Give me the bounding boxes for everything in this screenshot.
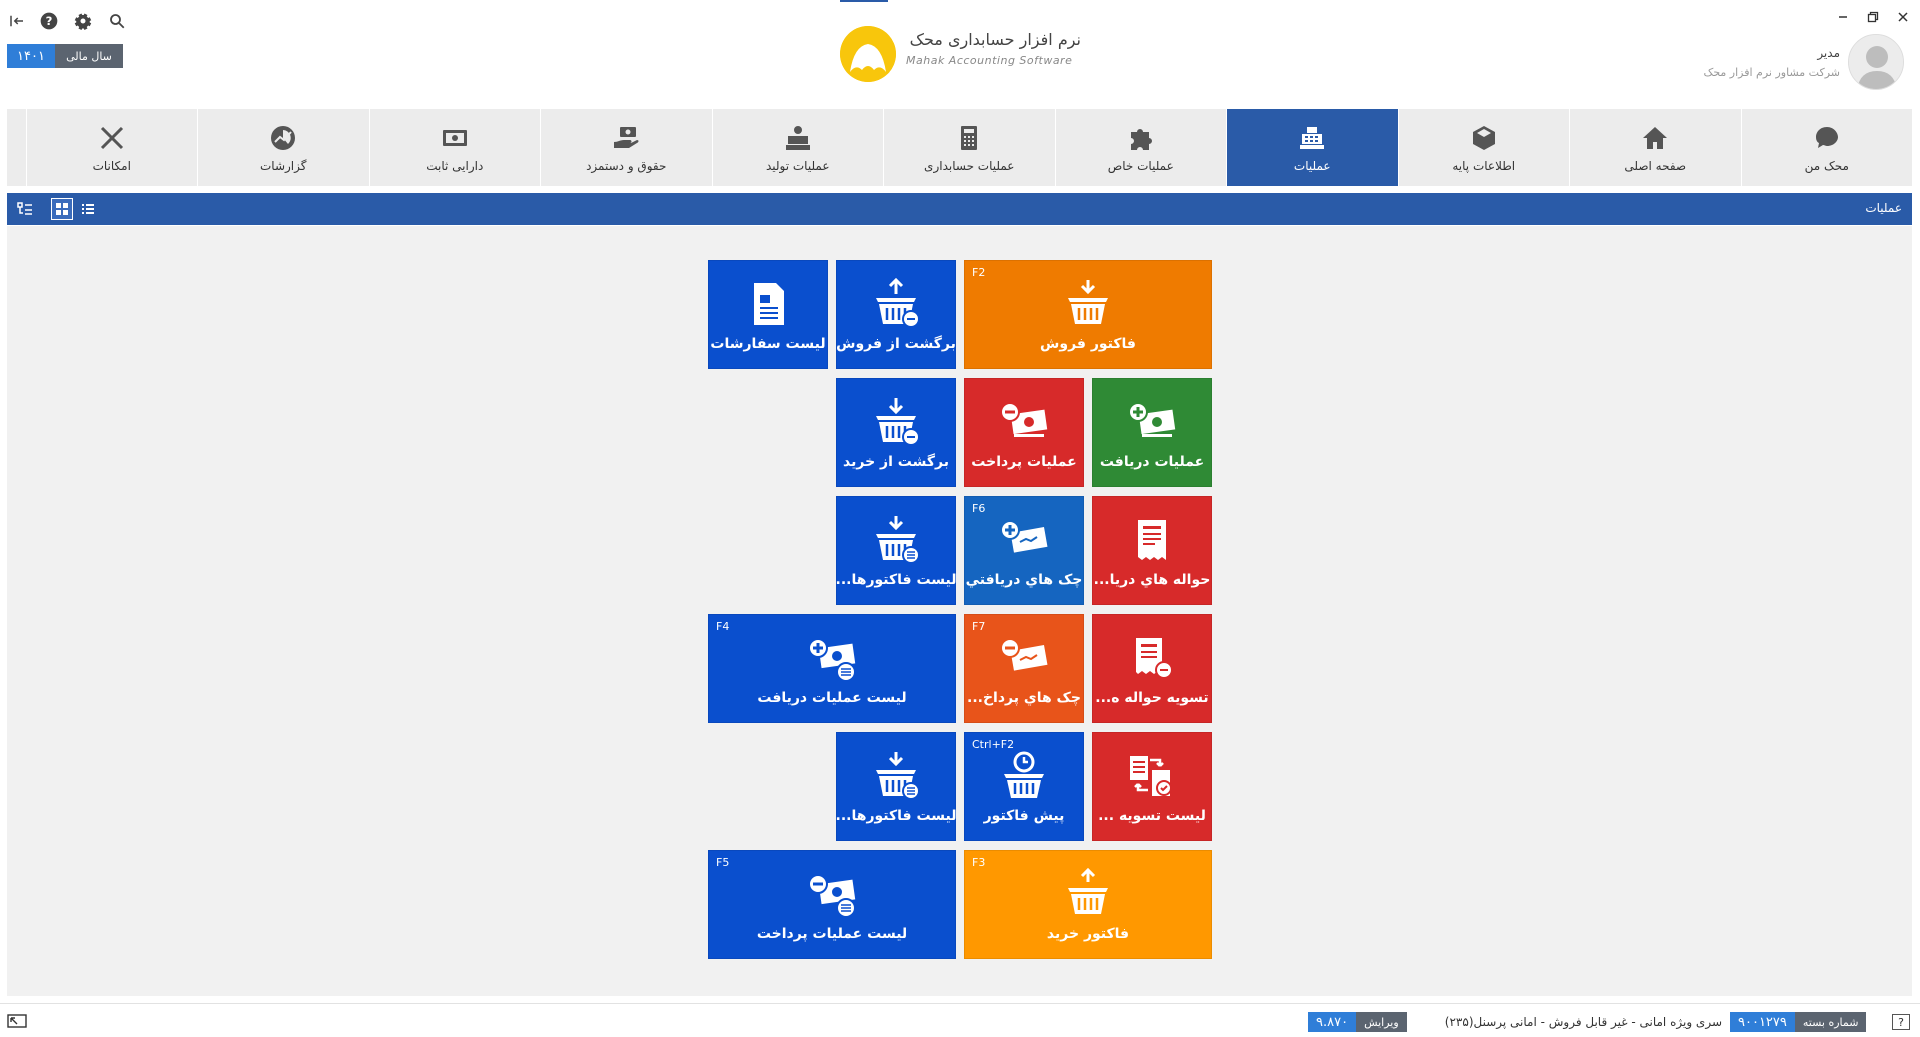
tile-purchase-invoice[interactable]: F3 فاکتور خرید — [964, 850, 1212, 959]
nav-item-operations[interactable]: عملیات — [1226, 109, 1398, 186]
tile-orders-list[interactable]: لیست سفارشات — [708, 260, 828, 369]
top-accent-line — [840, 0, 888, 2]
tile-payment-operations[interactable]: عملیات پرداخت — [964, 378, 1084, 487]
tile-received-drafts[interactable]: حواله هاي دريا... — [1092, 496, 1212, 605]
basket-return-icon — [870, 396, 922, 448]
logo-title: نرم افزار حسابداری محک — [909, 30, 1081, 49]
screen-icon[interactable] — [6, 1013, 28, 1031]
tile-received-cheques[interactable]: F6 چک هاي دريافتي — [964, 496, 1084, 605]
version-label: ویرایش — [1356, 1012, 1407, 1032]
tile-shortcut: F6 — [972, 502, 986, 515]
tile-invoices-list-1[interactable]: لیست فاکتورها... — [836, 496, 956, 605]
minimize-button[interactable] — [1832, 6, 1854, 28]
tile-receipt-operations-list[interactable]: F4 لیست عملیات دریافت — [708, 614, 956, 723]
search-icon[interactable] — [106, 10, 128, 32]
user-name: مدیر — [1817, 46, 1840, 60]
restore-button[interactable] — [1862, 6, 1884, 28]
money-minus-icon — [998, 396, 1050, 448]
basket-icon — [1062, 867, 1114, 920]
money-list-icon — [806, 632, 858, 684]
tile-shortcut: Ctrl+F2 — [972, 738, 1015, 751]
hand-money-icon — [611, 123, 641, 153]
nav-item-fixed-assets[interactable]: دارایی ثابت — [368, 109, 541, 186]
settlement-docs-icon — [1126, 750, 1178, 802]
fiscal-year-value: ۱۴۰۱ — [7, 44, 55, 68]
nav-item-special-operations[interactable]: عملیات خاص — [1054, 109, 1227, 186]
nav-item-base-info[interactable]: اطلاعات پایه — [1397, 109, 1570, 186]
nav-item-reports[interactable]: گزارشات — [197, 109, 369, 186]
avatar[interactable] — [1848, 34, 1904, 90]
svg-text:?: ? — [46, 14, 53, 28]
tile-settlement-list[interactable]: لیست تسویه ... — [1092, 732, 1212, 841]
cheque-minus-icon — [998, 632, 1050, 684]
factory-icon — [783, 123, 813, 153]
basket-return-icon — [870, 277, 922, 330]
nav-item-payroll[interactable]: حقوق و دستمزد — [540, 109, 712, 186]
tile-invoices-list-2[interactable]: لیست فاکتورها... — [836, 732, 956, 841]
tile-sales-invoice[interactable]: F2 فاکتور فروش — [964, 260, 1212, 369]
package-label: شماره بسته — [1794, 1012, 1867, 1032]
help-button[interactable]: ? — [1892, 1014, 1910, 1030]
money-plus-icon — [1126, 396, 1178, 448]
tile-purchase-return[interactable]: برگشت از خرید — [836, 378, 956, 487]
nav-item-my-mahak[interactable]: محک من — [1740, 109, 1913, 186]
safe-icon — [440, 123, 470, 153]
tile-receipt-operations[interactable]: عملیات دریافت — [1092, 378, 1212, 487]
tile-shortcut: F7 — [972, 620, 986, 633]
main-nav: محک من صفحه اصلی اطلاعات پایه عملیات عمل… — [7, 109, 1912, 186]
basket-list-icon — [870, 750, 922, 802]
user-company: شرکت مشاور نرم افزار محک — [1703, 66, 1840, 79]
money-list-icon — [806, 868, 858, 920]
receipt-icon — [1126, 514, 1178, 566]
basket-list-icon — [870, 514, 922, 566]
package-box: شماره بسته ۹۰۰۱۲۷۹ — [1730, 1012, 1867, 1032]
tile-paid-cheques[interactable]: F7 چک هاي پرداخ... — [964, 614, 1084, 723]
close-button[interactable] — [1892, 6, 1914, 28]
puzzle-icon — [1126, 123, 1156, 153]
tiles-area: لیست سفارشات برگشت از فروش F2 فاکتور فرو… — [7, 226, 1912, 996]
nav-item-accounting-operations[interactable]: عملیات حسابداری — [883, 109, 1055, 186]
version-box: ویرایش ۹.۸۷۰ — [1308, 1012, 1407, 1032]
logo-emblem — [840, 26, 896, 82]
box-icon — [1469, 123, 1499, 153]
nav-item-tools[interactable]: امکانات — [25, 109, 198, 186]
nav-item-home[interactable]: صفحه اصلی — [1569, 109, 1741, 186]
document-icon — [742, 278, 794, 330]
tile-sales-return[interactable]: برگشت از فروش — [836, 260, 956, 369]
status-bar: ویرایش ۹.۸۷۰ سری ویژه امانی - غیر قابل ف… — [0, 1003, 1920, 1037]
tile-shortcut: F3 — [972, 856, 986, 869]
nav-item-production-operations[interactable]: عملیات تولید — [711, 109, 884, 186]
tools-icon — [97, 123, 127, 153]
basket-icon — [1062, 278, 1114, 330]
app-header: ? ۱۴۰۱ سال مالی نرم افزار حسابداری محک M… — [0, 0, 1920, 108]
chart-icon — [268, 123, 298, 153]
tile-payment-operations-list[interactable]: F5 لیست عملیات پرداخت — [708, 850, 956, 959]
home-icon — [1640, 123, 1670, 153]
fiscal-year-box[interactable]: ۱۴۰۱ سال مالی — [7, 44, 123, 68]
tile-shortcut: F5 — [716, 856, 730, 869]
tile-draft-settlement[interactable]: تسویه حواله ه... — [1092, 614, 1212, 723]
basket-clock-icon — [998, 750, 1050, 802]
tile-pre-invoice[interactable]: Ctrl+F2 پیش فاکتور — [964, 732, 1084, 841]
list-view-button[interactable] — [77, 198, 99, 220]
help-icon[interactable]: ? — [38, 10, 60, 32]
fiscal-year-label: سال مالی — [55, 44, 123, 68]
logout-icon[interactable] — [6, 10, 28, 32]
cash-register-icon — [1297, 123, 1327, 153]
section-bar: عملیات — [7, 193, 1912, 225]
settings-gear-icon[interactable] — [72, 10, 94, 32]
series-text: سری ویژه امانی - غیر قابل فروش - امانی پ… — [1444, 1015, 1722, 1029]
cheque-plus-icon — [998, 514, 1050, 566]
chat-bubble-icon — [1812, 123, 1842, 153]
section-title: عملیات — [1865, 201, 1902, 215]
logo-subtitle: Mahak Accounting Software — [906, 54, 1073, 67]
version-value: ۹.۸۷۰ — [1308, 1012, 1357, 1032]
receipt-settle-icon — [1126, 632, 1178, 684]
calculator-icon — [954, 123, 984, 153]
tile-shortcut: F2 — [972, 266, 986, 279]
tile-shortcut: F4 — [716, 620, 730, 633]
package-value: ۹۰۰۱۲۷۹ — [1730, 1012, 1795, 1032]
tree-view-button[interactable] — [14, 198, 36, 220]
tile-view-button[interactable] — [51, 198, 73, 220]
